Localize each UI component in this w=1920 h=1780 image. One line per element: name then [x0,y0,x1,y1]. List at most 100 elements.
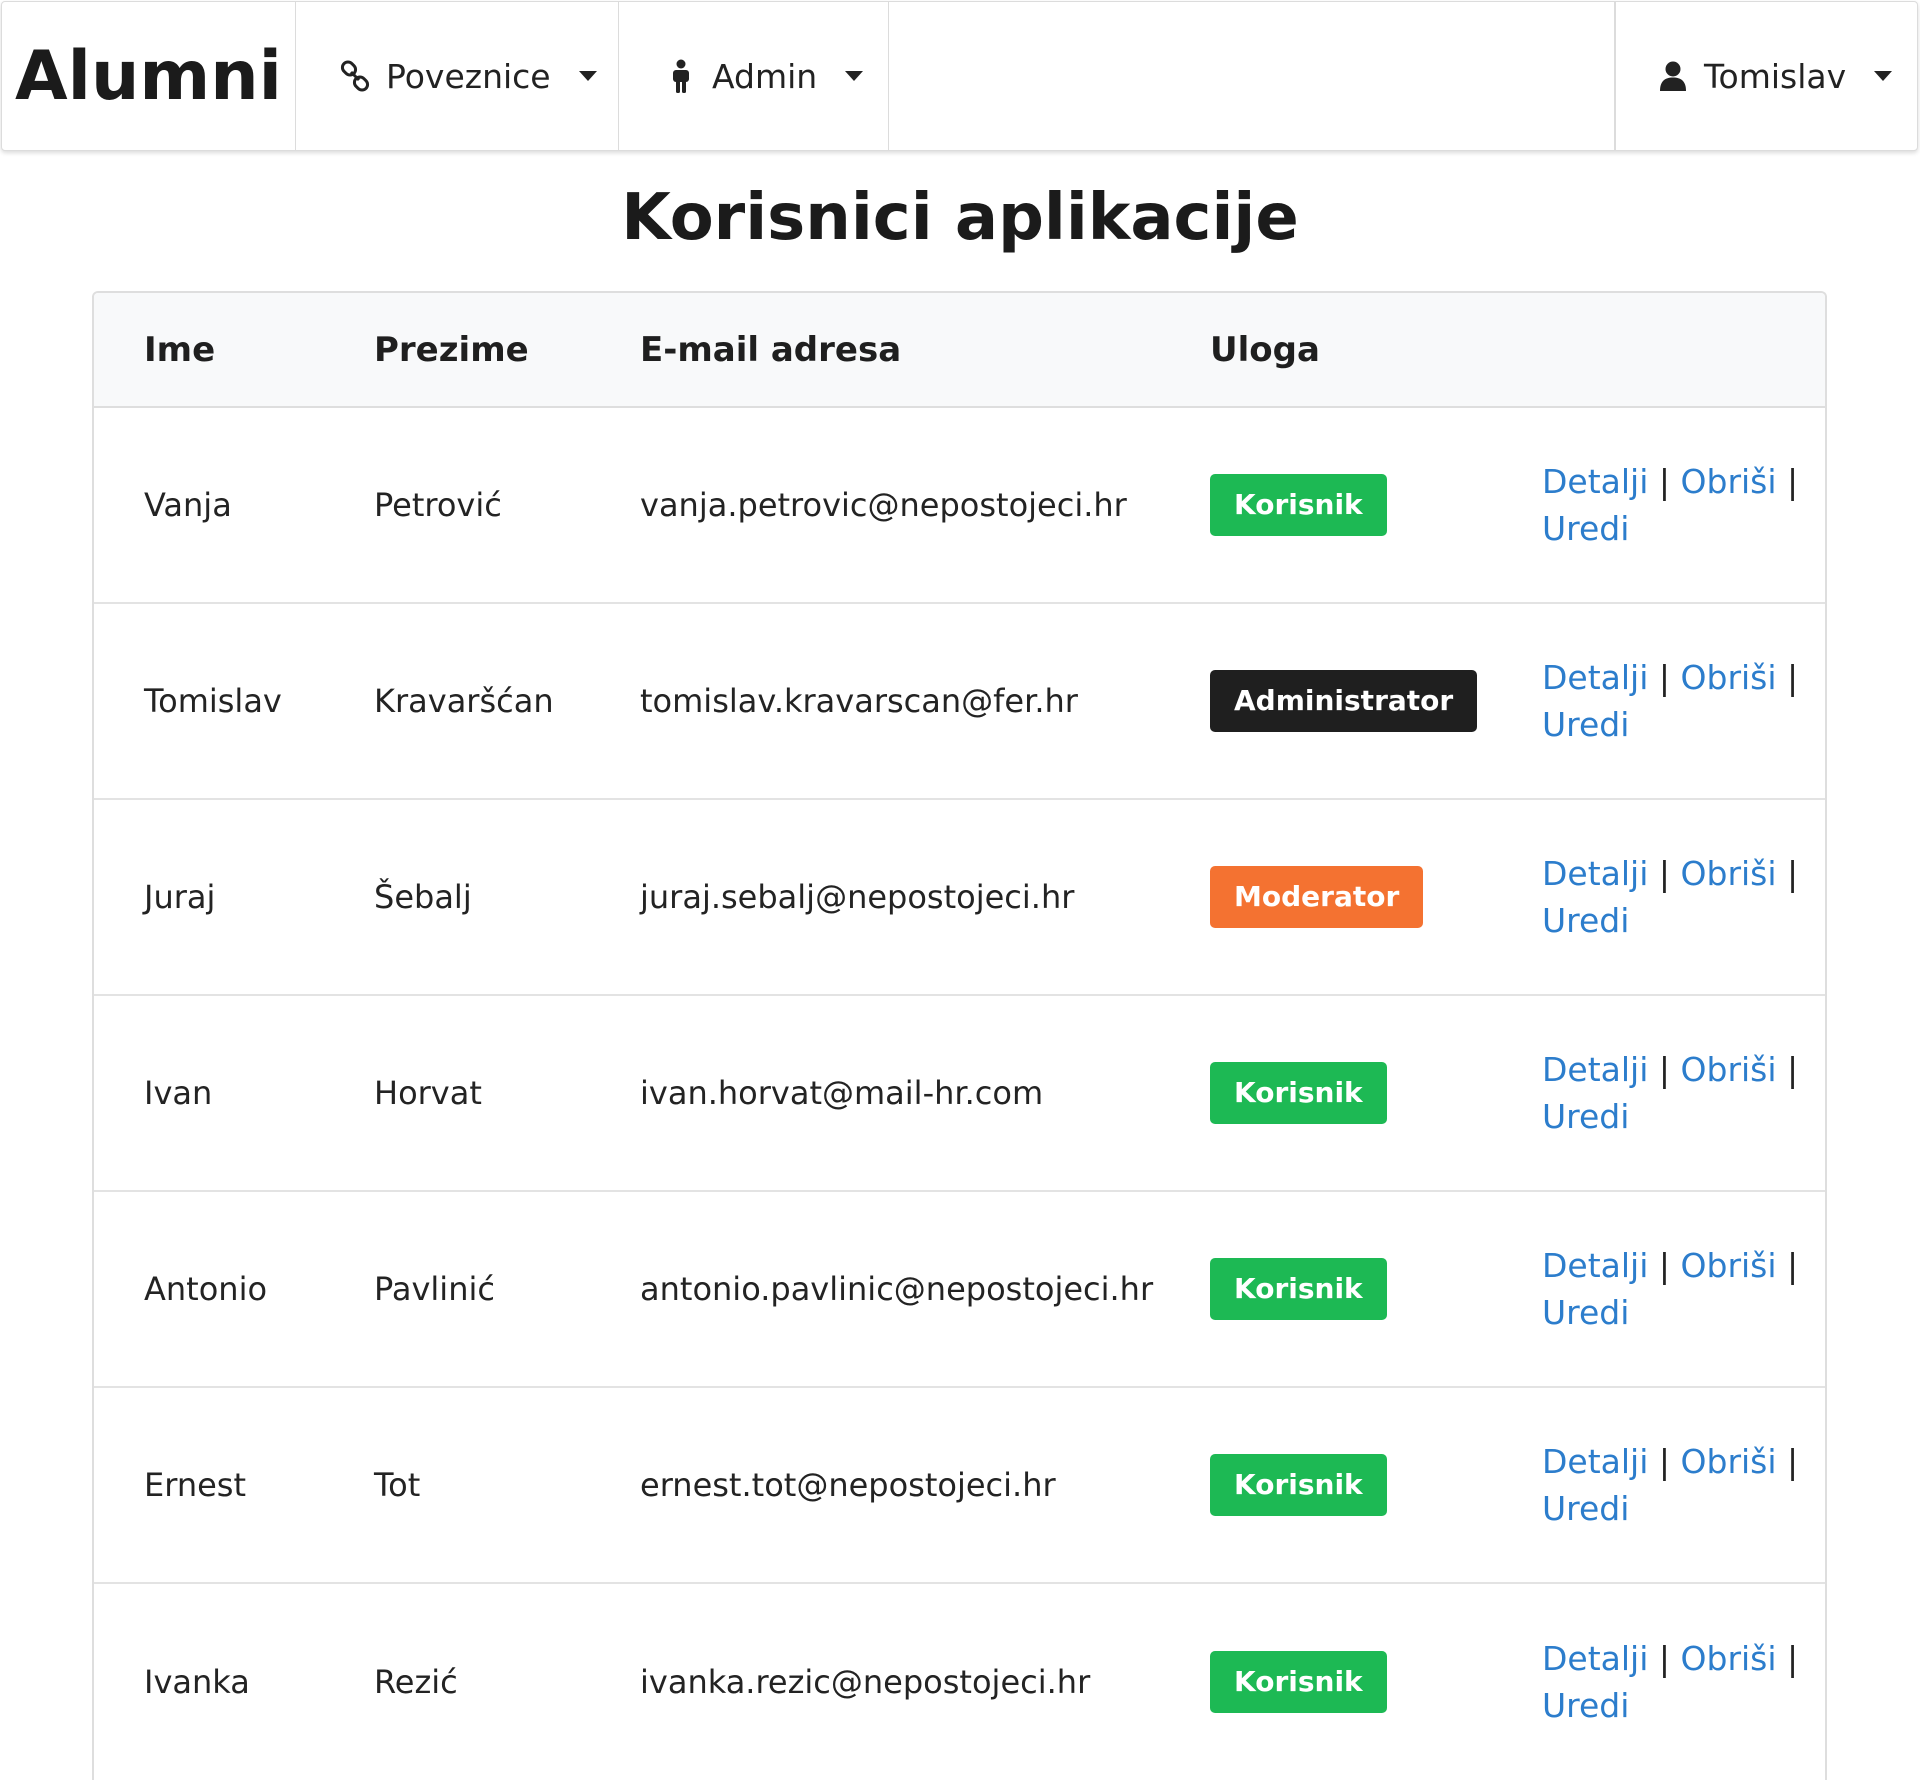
delete-link[interactable]: Obriši [1681,1246,1777,1285]
details-link[interactable]: Detalji [1542,462,1648,501]
table-row: Ivan Horvat ivan.horvat@mail-hr.com Korisni… [94,994,1825,1191]
table-row: Antonio Pavlinić antonio.pavlinic@nepostoj… [94,1190,1825,1387]
details-link[interactable]: Detalji [1542,1246,1648,1285]
delete-link[interactable]: Obriši [1681,462,1777,501]
nav-user-dropdown[interactable]: Tomislav [1615,2,1917,150]
role-badge: Korisnik [1210,1062,1387,1124]
users-table: Ime Prezime E-mail adresa Uloga Vanja Pet… [94,293,1825,1779]
caret-down-icon [1874,71,1893,81]
action-separator: | [1658,1050,1671,1089]
table-header-row: Ime Prezime E-mail adresa Uloga [94,293,1825,408]
delete-link[interactable]: Obriši [1681,1639,1777,1678]
nav-links-dropdown[interactable]: Poveznice [296,2,619,150]
cell-actions: Detalji | Obriši | Uredi [1542,602,1825,799]
table-row: Tomislav Kravaršćan tomislav.kravarscan@fe… [94,602,1825,799]
cell-actions: Detalji | Obriši | Uredi [1542,1582,1825,1779]
cell-last-name: Horvat [374,994,640,1191]
details-link[interactable]: Detalji [1542,854,1648,893]
cell-last-name: Pavlinić [374,1190,640,1387]
details-link[interactable]: Detalji [1542,1639,1648,1678]
cell-role: Administrator [1210,602,1542,799]
details-link[interactable]: Detalji [1542,658,1648,697]
nav-admin-dropdown[interactable]: Admin [619,2,889,150]
cell-first-name: Ivan [94,994,374,1191]
action-separator: | [1787,1246,1799,1285]
action-separator: | [1658,658,1671,697]
action-separator: | [1787,1638,1799,1678]
cell-actions: Detalji | Obriši | Uredi [1542,407,1825,603]
header-first-name: Ime [94,293,374,408]
cell-email: tomislav.kravarscan@fer.hr [640,602,1210,799]
cell-last-name: Šebalj [374,798,640,995]
edit-link[interactable]: Uredi [1542,1686,1629,1725]
cell-last-name: Petrović [374,486,502,524]
page-title: Korisnici aplikacije [621,181,1299,255]
user-icon [1656,59,1690,93]
cell-actions: Detalji | Obriši | Uredi [1542,1386,1825,1583]
table-row: Ernest Tot ernest.tot@nepostojeci.hr Korisn… [94,1386,1825,1583]
action-separator: | [1658,462,1671,501]
delete-link[interactable]: Obriši [1681,854,1777,893]
edit-link[interactable]: Uredi [1542,1489,1629,1528]
role-badge: Korisnik [1210,1650,1387,1713]
top-navbar: Alumni Poveznice Admin Tomislav [1,1,1918,151]
nav-admin-label: Admin [712,56,818,96]
details-link[interactable]: Detalji [1542,1050,1648,1089]
edit-link[interactable]: Uredi [1542,901,1629,940]
cell-role: Korisnik [1210,407,1542,603]
cell-role: Korisnik [1210,994,1542,1191]
action-separator: | [1658,1442,1671,1481]
cell-last-name: Tot [374,1386,640,1583]
cell-email: juraj.sebalj@nepostojeci.hr [640,798,1210,995]
delete-link[interactable]: Obriši [1681,1442,1777,1481]
cell-role: Moderator [1210,798,1542,995]
cell-first-name: Tomislav [94,602,374,799]
cell-role: Korisnik [1210,1582,1542,1779]
cell-first-name: Juraj [94,798,374,995]
cell-first-name: Ivanka [94,1582,374,1779]
header-email: E-mail adresa [640,293,1210,408]
role-badge: Moderator [1210,866,1424,928]
table-row: Vanja Petrović vanja.petrovic@nepostojeci.… [94,407,1825,603]
cell-email: ernest.tot@nepostojeci.hr [640,1386,1210,1583]
cell-actions: Detalji | Obriši | Uredi [1542,994,1825,1191]
delete-link[interactable]: Obriši [1681,658,1777,697]
action-separator: | [1787,854,1799,893]
person-standing-icon [664,59,698,93]
brand-logo[interactable]: Alumni [2,2,296,150]
role-badge: Administrator [1210,670,1478,732]
delete-link[interactable]: Obriši [1681,1050,1777,1089]
header-last-name: Prezime [374,293,640,408]
caret-down-icon [845,71,864,81]
role-badge: Korisnik [1210,1258,1387,1320]
cell-email: ivan.horvat@mail-hr.com [640,994,1210,1191]
users-table-container: Ime Prezime E-mail adresa Uloga Vanja Pet… [92,291,1827,1780]
edit-link[interactable]: Uredi [1542,1293,1629,1332]
cell-email: vanja.petrovic@nepostojeci.hr [640,486,1127,524]
caret-down-icon [578,71,597,81]
header-role: Uloga [1210,293,1542,408]
cell-actions: Detalji | Obriši | Uredi [1542,798,1825,995]
action-separator: | [1787,1442,1799,1481]
cell-role: Korisnik [1210,1190,1542,1387]
cell-first-name: Ernest [94,1386,374,1583]
cell-first-name: Antonio [94,1190,374,1387]
action-separator: | [1658,854,1671,893]
action-separator: | [1658,1246,1671,1285]
cell-email: ivanka.rezic@nepostojeci.hr [640,1582,1210,1779]
action-separator: | [1787,658,1799,697]
action-separator: | [1658,1638,1671,1678]
cell-actions: Detalji | Obriši | Uredi [1542,1190,1825,1387]
edit-link[interactable]: Uredi [1542,1097,1629,1136]
nav-spacer [889,2,1615,150]
details-link[interactable]: Detalji [1542,1442,1648,1481]
link-icon [338,59,372,93]
nav-user-label: Tomislav [1704,56,1847,96]
action-separator: | [1787,462,1799,501]
cell-role: Korisnik [1210,1386,1542,1583]
edit-link[interactable]: Uredi [1542,509,1629,548]
edit-link[interactable]: Uredi [1542,705,1629,744]
role-badge: Korisnik [1210,1454,1387,1516]
table-row: Ivanka Rezić ivanka.rezic@nepostojeci.hr Ko… [94,1582,1825,1779]
table-row: Juraj Šebalj juraj.sebalj@nepostojeci.hr Mo… [94,798,1825,995]
